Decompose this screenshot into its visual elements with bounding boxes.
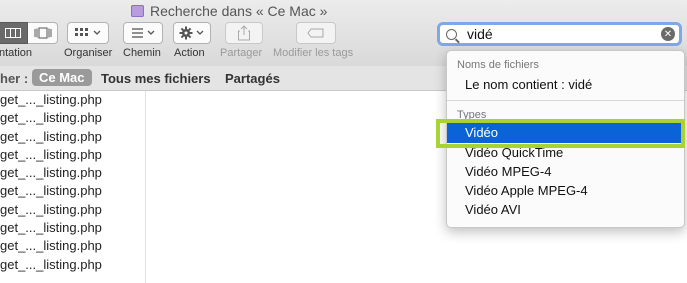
scope-tous-mes-fichiers[interactable]: Tous mes fichiers — [101, 71, 211, 86]
list-item[interactable]: get_..._listing.php — [0, 182, 145, 200]
action-button[interactable] — [173, 22, 211, 44]
chemin-label: Chemin — [123, 47, 161, 59]
path-list-icon — [132, 28, 155, 38]
scope-ce-mac[interactable]: Ce Mac — [32, 69, 92, 86]
list-item[interactable]: get_..._listing.php — [0, 109, 145, 127]
gear-icon — [179, 26, 204, 40]
list-item[interactable]: get_..._listing.php — [0, 237, 145, 255]
list-item[interactable]: get_..._listing.php — [0, 256, 145, 274]
smart-folder-icon — [131, 5, 144, 17]
window-title-text: Recherche dans « Ce Mac » — [150, 3, 328, 19]
modifier-tags-label: Modifier les tags — [273, 47, 354, 59]
partager-label: Partager — [220, 47, 263, 59]
annotation-highlight-box — [436, 119, 685, 148]
results-list: get_..._listing.php get_..._listing.php … — [0, 91, 146, 283]
chemin-button[interactable] — [123, 22, 163, 44]
partager-button[interactable] — [225, 22, 263, 44]
menu-item-video-mpeg4[interactable]: Vidéo MPEG-4 — [447, 162, 684, 182]
menu-divider — [447, 100, 684, 101]
view-columns-button[interactable] — [0, 22, 28, 44]
search-icon — [446, 28, 457, 40]
scope-label: her : — [0, 70, 29, 86]
menu-item-video-apple-mpeg4[interactable]: Vidéo Apple MPEG-4 — [447, 181, 684, 201]
window-title: Recherche dans « Ce Mac » — [131, 3, 327, 19]
organiser-button[interactable] — [67, 22, 109, 44]
view-coverflow-button[interactable] — [28, 22, 58, 44]
coverflow-view-icon — [34, 27, 51, 39]
filenames-section-header: Noms de fichiers — [457, 59, 539, 71]
columns-view-icon — [5, 28, 21, 38]
list-item[interactable]: get_..._listing.php — [0, 219, 145, 237]
list-item[interactable]: get_..._listing.php — [0, 91, 145, 109]
list-item[interactable]: get_..._listing.php — [0, 146, 145, 164]
presentation-label: ntation — [0, 47, 33, 59]
view-mode-segmented[interactable] — [0, 22, 58, 44]
menu-item-name-contains[interactable]: Le nom contient : vidé — [447, 75, 684, 95]
tag-icon — [307, 28, 324, 38]
share-icon — [238, 25, 250, 41]
grid-arrange-icon — [75, 28, 101, 36]
modifier-tags-button[interactable] — [296, 22, 336, 44]
clear-search-icon[interactable]: ✕ — [661, 27, 675, 41]
action-label: Action — [174, 47, 205, 59]
scope-partages[interactable]: Partagés — [225, 71, 280, 86]
organiser-label: Organiser — [64, 47, 113, 59]
menu-item-video-avi[interactable]: Vidéo AVI — [447, 200, 684, 220]
search-input[interactable] — [465, 25, 659, 43]
search-field[interactable]: ✕ — [437, 22, 682, 46]
list-item[interactable]: get_..._listing.php — [0, 201, 145, 219]
list-item[interactable]: get_..._listing.php — [0, 164, 145, 182]
list-item[interactable]: get_..._listing.php — [0, 128, 145, 146]
